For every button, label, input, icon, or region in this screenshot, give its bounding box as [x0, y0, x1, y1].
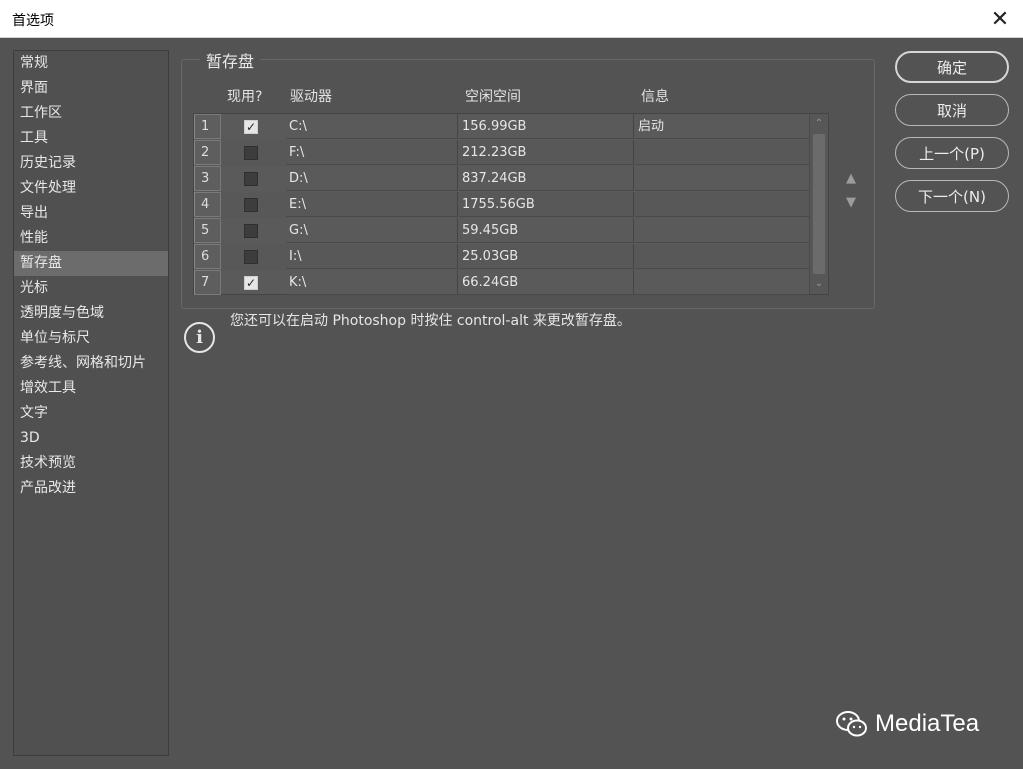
- sidebar-item[interactable]: 工具: [14, 126, 168, 151]
- sidebar-list: 常规 界面 工作区 工具 历史记录 文件处理 导出 性能 暂存盘 光标 透明度与色域 单位与标尺 参考线…: [14, 51, 168, 501]
- window-title: 首选项: [12, 13, 54, 29]
- drive-cell: D:\: [286, 166, 458, 191]
- sidebar-item[interactable]: 文件处理: [14, 176, 168, 201]
- enabled-cell: [222, 218, 286, 243]
- table-row[interactable]: 7 ✓ K:\ 66.24GB: [194, 270, 810, 296]
- close-icon[interactable]: ✕: [977, 0, 1023, 38]
- free-space-cell: 837.24GB: [459, 166, 634, 191]
- enabled-checkbox[interactable]: [244, 172, 258, 186]
- info-cell: [635, 270, 810, 295]
- info-cell: [635, 166, 810, 191]
- enabled-checkbox[interactable]: [244, 146, 258, 160]
- row-number: 3: [194, 166, 221, 191]
- column-enabled[interactable]: 现用?: [227, 86, 262, 106]
- sidebar-item[interactable]: 常规: [14, 51, 168, 76]
- drive-cell: K:\: [286, 270, 458, 295]
- preferences-sidebar: 常规 界面 工作区 工具 历史记录 文件处理 导出 性能 暂存盘 光标 透明度与色域 单位与标尺 参考线…: [13, 50, 169, 756]
- sidebar-item[interactable]: 3D: [14, 426, 168, 451]
- enabled-cell: ✓: [222, 270, 286, 295]
- row-number: 1: [194, 114, 221, 139]
- sidebar-item[interactable]: 导出: [14, 201, 168, 226]
- cancel-button[interactable]: 取消: [895, 94, 1009, 126]
- info-cell: 启动: [635, 114, 810, 139]
- free-space-cell: 156.99GB: [459, 114, 634, 139]
- enabled-checkbox[interactable]: ✓: [244, 276, 258, 290]
- enabled-checkbox[interactable]: [244, 250, 258, 264]
- info-cell: [635, 192, 810, 217]
- enabled-checkbox[interactable]: [244, 224, 258, 238]
- watermark-text: MediaTea: [875, 710, 980, 737]
- free-space-cell: 25.03GB: [459, 244, 634, 269]
- scroll-up-icon[interactable]: ⌃: [812, 117, 826, 131]
- next-button[interactable]: 下一个(N): [895, 180, 1009, 212]
- sidebar-item[interactable]: 光标: [14, 276, 168, 301]
- sidebar-item[interactable]: 技术预览: [14, 451, 168, 476]
- sidebar-item[interactable]: 工作区: [14, 101, 168, 126]
- table-row[interactable]: 4 E:\ 1755.56GB: [194, 192, 810, 218]
- enabled-cell: ✓: [222, 114, 286, 139]
- table-row[interactable]: 3 D:\ 837.24GB: [194, 166, 810, 192]
- sidebar-item[interactable]: 单位与标尺: [14, 326, 168, 351]
- row-number: 6: [194, 244, 221, 269]
- sidebar-item[interactable]: 界面: [14, 76, 168, 101]
- ok-button[interactable]: 确定: [895, 51, 1009, 83]
- table-row[interactable]: 1 ✓ C:\ 156.99GB 启动: [194, 114, 810, 140]
- drive-cell: F:\: [286, 140, 458, 165]
- info-cell: [635, 218, 810, 243]
- enabled-checkbox[interactable]: [244, 198, 258, 212]
- sidebar-item[interactable]: 文字: [14, 401, 168, 426]
- drive-cell: G:\: [286, 218, 458, 243]
- info-cell: [635, 244, 810, 269]
- sidebar-item[interactable]: 参考线、网格和切片: [14, 351, 168, 376]
- sidebar-item[interactable]: 历史记录: [14, 151, 168, 176]
- scratch-disk-table: 1 ✓ C:\ 156.99GB 启动 2 F:\ 212.23GB 3 D:\ 837.24GB 4…: [193, 113, 829, 295]
- move-down-icon[interactable]: ▼: [843, 195, 859, 211]
- column-info[interactable]: 信息: [641, 86, 669, 106]
- row-number: 2: [194, 140, 221, 165]
- column-free-space[interactable]: 空闲空间: [465, 86, 521, 106]
- previous-button[interactable]: 上一个(P): [895, 137, 1009, 169]
- scroll-thumb[interactable]: [813, 134, 825, 274]
- sidebar-item[interactable]: 增效工具: [14, 376, 168, 401]
- drive-cell: I:\: [286, 244, 458, 269]
- enabled-cell: [222, 192, 286, 217]
- row-number: 7: [194, 270, 221, 295]
- drive-cell: C:\: [286, 114, 458, 139]
- info-hint-text: 您还可以在启动 Photoshop 时按住 control-alt 来更改暂存盘…: [230, 313, 631, 329]
- title-bar: 首选项 ✕: [0, 0, 1023, 38]
- enabled-cell: [222, 140, 286, 165]
- free-space-cell: 66.24GB: [459, 270, 634, 295]
- column-drive[interactable]: 驱动器: [290, 86, 332, 106]
- wechat-icon: [836, 711, 867, 737]
- sidebar-item[interactable]: 透明度与色域: [14, 301, 168, 326]
- sidebar-item[interactable]: 产品改进: [14, 476, 168, 501]
- table-scrollbar[interactable]: ⌃ ⌄: [809, 114, 828, 294]
- sidebar-item[interactable]: 性能: [14, 226, 168, 251]
- table-row[interactable]: 2 F:\ 212.23GB: [194, 140, 810, 166]
- scroll-down-icon[interactable]: ⌄: [812, 277, 826, 291]
- sidebar-item[interactable]: 暂存盘: [14, 251, 168, 276]
- table-row[interactable]: 6 I:\ 25.03GB: [194, 244, 810, 270]
- row-number: 4: [194, 192, 221, 217]
- enabled-cell: [222, 166, 286, 191]
- info-icon: i: [184, 322, 215, 353]
- row-number: 5: [194, 218, 221, 243]
- watermark: MediaTea: [835, 709, 979, 739]
- free-space-cell: 59.45GB: [459, 218, 634, 243]
- info-cell: [635, 140, 810, 165]
- free-space-cell: 212.23GB: [459, 140, 634, 165]
- table-row[interactable]: 5 G:\ 59.45GB: [194, 218, 810, 244]
- drive-cell: E:\: [286, 192, 458, 217]
- enabled-checkbox[interactable]: ✓: [244, 120, 258, 134]
- free-space-cell: 1755.56GB: [459, 192, 634, 217]
- move-up-icon[interactable]: ▲: [843, 171, 859, 187]
- enabled-cell: [222, 244, 286, 269]
- group-title: 暂存盘: [200, 48, 261, 72]
